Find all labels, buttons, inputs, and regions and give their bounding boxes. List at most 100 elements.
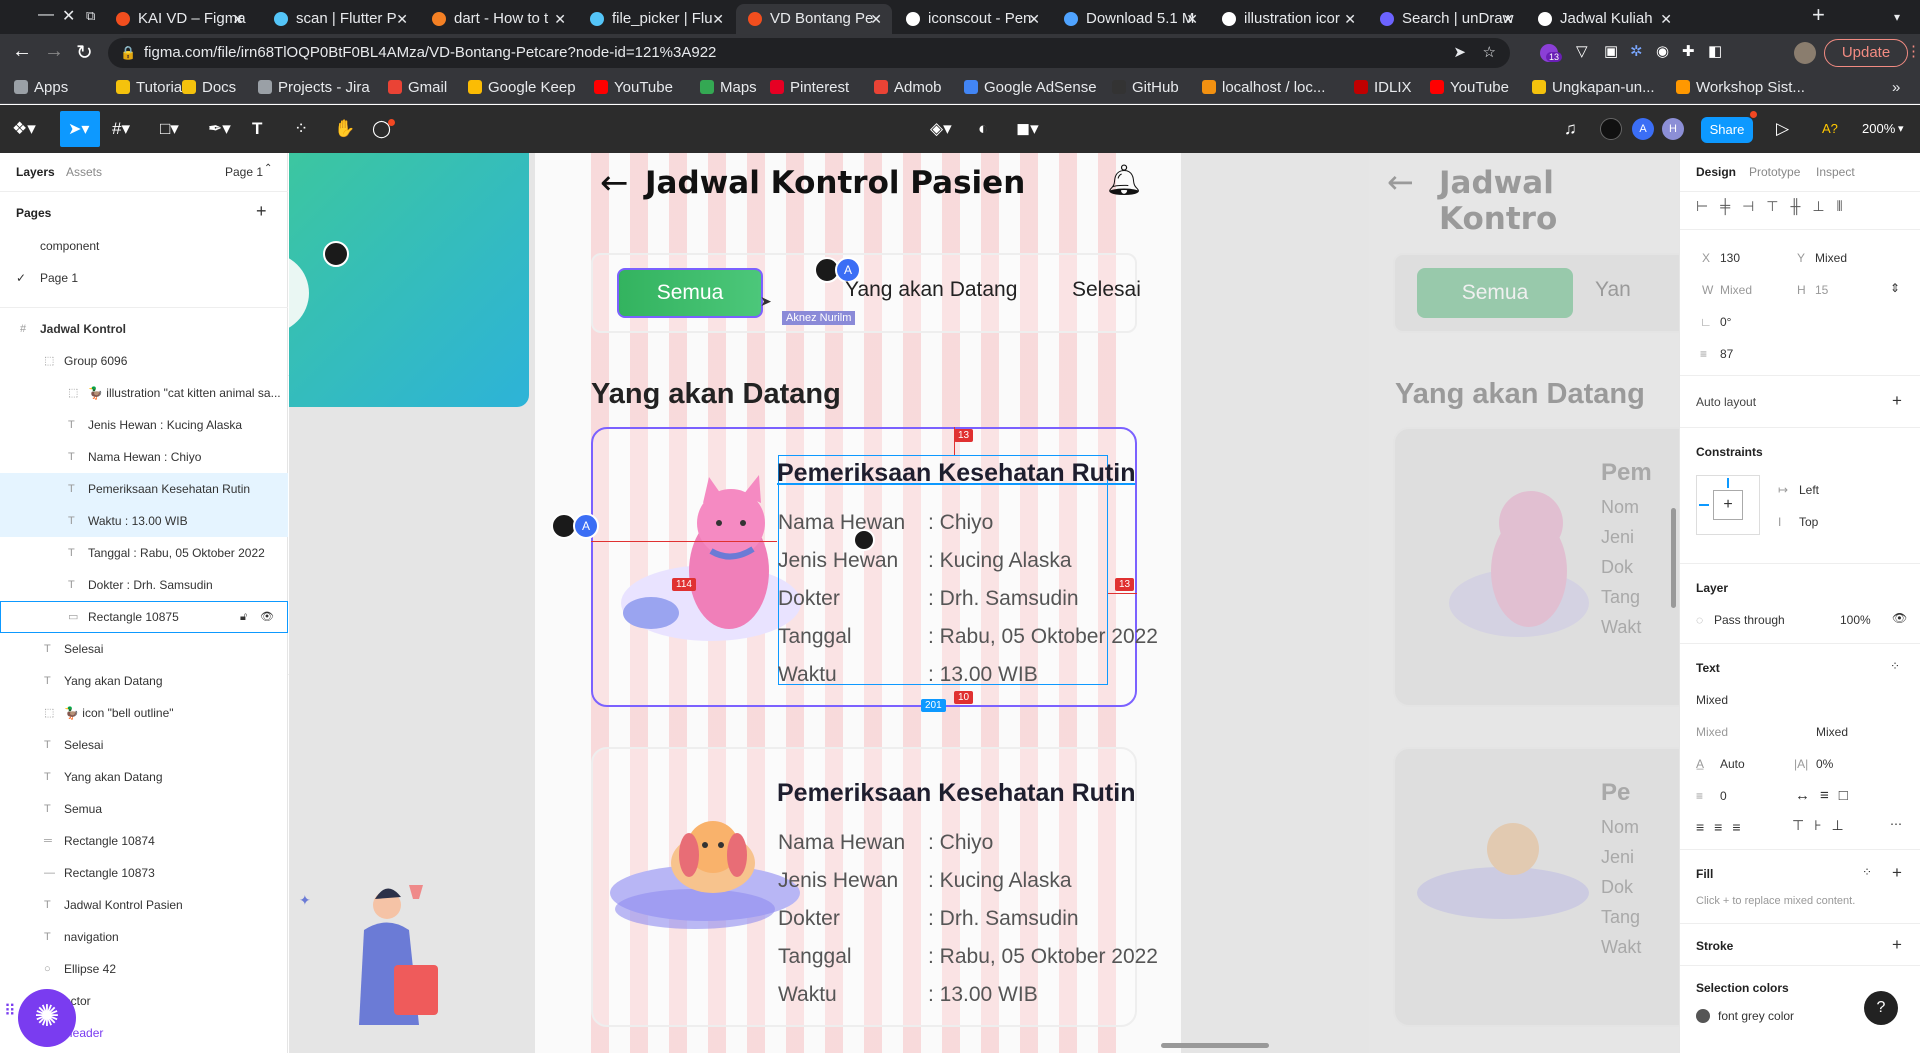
layer-row[interactable]: ○ Ellipse 42 [0,953,288,985]
paragraph-spacing-input[interactable]: 0 [1720,789,1727,803]
update-button[interactable]: Update [1824,39,1908,67]
rotation-input[interactable]: 0° [1720,315,1731,329]
bookmark-item[interactable]: Projects - Jira [258,79,370,96]
font-size-input[interactable]: Mixed [1816,725,1848,739]
add-page-icon[interactable]: + [256,201,267,222]
layer-row[interactable]: Tnavigation [0,921,288,953]
add-stroke-icon[interactable]: + [1892,935,1902,955]
tab-assets[interactable]: Assets [66,165,102,179]
bell-icon[interactable]: 🔔︎ [1105,163,1143,198]
tab-close-icon[interactable]: ✕ [1186,4,1198,34]
component-icon[interactable]: ◈▾ [930,119,952,139]
vpn-icon[interactable]: ▽ [1576,42,1588,60]
minimize-window-icon[interactable]: — [38,6,54,24]
move-tool-button[interactable]: ➤▾ [60,111,100,147]
layer-row[interactable]: T Tanggal : Rabu, 05 Oktober 2022 [0,537,288,569]
color-swatch[interactable] [1696,1009,1710,1023]
header-frame[interactable] [289,153,529,407]
layer-row[interactable]: T Selesai [0,633,288,665]
page-item-page-1[interactable]: Page 1 [40,271,78,285]
bookmark-item[interactable]: Workshop Sist... [1676,79,1805,96]
visibility-eye-icon[interactable]: 👁︎ [1892,611,1907,625]
tab-design[interactable]: Design [1696,165,1736,179]
figma-menu-icon[interactable]: ❖▾ [12,119,36,139]
text-styles-icon[interactable]: ⁘ [1890,659,1900,673]
layer-row[interactable]: T Selesai [0,729,288,761]
drag-handle-icon[interactable]: ⠿ [4,1001,16,1021]
bookmark-item[interactable]: Google Keep [468,79,576,96]
h-input[interactable]: 15 [1815,283,1828,297]
layer-row[interactable]: ⬚ Group 6096 [0,345,288,377]
bookmark-item[interactable]: Pinterest [770,79,849,96]
pen-tool-icon[interactable]: ✒▾ [208,119,231,139]
layer-row[interactable]: T Pemeriksaan Kesehatan Rutin [0,473,288,505]
browser-tab[interactable]: Jadwal Kuliah ✕ [1526,4,1682,34]
page-selector[interactable]: Page 1 [225,165,263,179]
layer-row[interactable]: ▭ Rectangle 10875 🔓︎ 👁︎ [0,601,288,633]
hand-tool-icon[interactable]: ✋ [334,119,355,139]
browser-tab[interactable]: Search | unDraw ✕ [1368,4,1524,34]
more-text-options-icon[interactable]: ⋯ [1890,817,1902,831]
layer-row[interactable]: T Jadwal Kontrol Pasien [0,889,288,921]
constraint-top-select[interactable]: Top [1799,515,1818,529]
letter-spacing-input[interactable]: 0% [1816,757,1833,771]
tab-close-icon[interactable]: ✕ [1660,4,1672,34]
side-panel-icon[interactable]: ◧ [1708,42,1722,60]
zoom-chevron-icon[interactable]: ▾ [1898,122,1904,135]
layer-row[interactable]: ⬚ 🦆 icon "bell outline" [0,697,288,729]
page-item-component[interactable]: component [40,239,99,253]
bookmark-item[interactable]: Maps [700,79,757,96]
new-tab-icon[interactable]: + [1812,2,1825,28]
present-play-icon[interactable]: ▷ [1776,119,1789,139]
tab-close-icon[interactable]: ✕ [1028,4,1040,34]
more-bookmarks-icon[interactable]: » [1892,79,1900,96]
tab-close-icon[interactable]: ✕ [1502,4,1514,34]
layer-row[interactable]: ⬚ 🦆 illustration "cat kitten animal sa... [0,377,288,409]
text-tool-icon[interactable]: T [252,119,262,139]
constraints-widget[interactable]: + [1696,475,1760,535]
layer-row[interactable]: T Dokter : Drh. Samsudin [0,569,288,601]
alignment-icons[interactable]: ⊢╪⊣⊤╫⊥⫴ [1696,198,1855,215]
bookmark-item[interactable]: YouTube [1430,79,1509,96]
horizontal-scrollbar[interactable] [1161,1043,1269,1048]
bookmark-item[interactable]: Admob [874,79,942,96]
bookmark-item[interactable]: IDLIX [1354,79,1412,96]
bookmark-item[interactable]: Gmail [388,79,447,96]
layer-row[interactable]: T Yang akan Datang [0,665,288,697]
close-window-icon[interactable]: ✕ [62,6,75,26]
browser-tab[interactable]: dart - How to t ✕ [420,4,576,34]
ghost-frame[interactable]: ← Jadwal Kontro Semua Yan Yang akan Data… [1369,153,1679,1053]
ext-circle-icon[interactable]: ◉ [1656,42,1669,60]
tab-yang-akan-datang[interactable]: Yang akan Datang [845,278,1017,302]
extensions-puzzle-icon[interactable]: ✚ [1682,42,1695,60]
profile-avatar[interactable] [1794,42,1816,64]
send-tab-icon[interactable]: ➤ [1453,38,1466,68]
bookmark-item[interactable]: Ungkapan-un... [1532,79,1655,96]
page-chevron-icon[interactable]: ⌃ [264,163,272,174]
collaborator-avatar-1[interactable] [1600,118,1622,140]
resources-icon[interactable]: ⁘ [294,119,308,139]
bookmark-item[interactable]: GitHub [1112,79,1179,96]
mask-icon[interactable]: ◐ [978,119,988,139]
browser-tab[interactable]: VD Bontang Pe ✕ [736,4,892,34]
browser-tab[interactable]: Download 5.1 M ✕ [1052,4,1208,34]
line-height-input[interactable]: Auto [1720,757,1745,771]
ext-gear-icon[interactable]: ✲ [1630,42,1643,60]
constrain-proportions-icon[interactable]: ⇕ [1890,281,1900,295]
vertical-align-icons[interactable]: ⊤⊦⊥ [1792,817,1854,834]
forward-icon[interactable]: → [44,40,64,63]
browser-tab[interactable]: file_picker | Flu ✕ [578,4,734,34]
restore-window-icon[interactable]: ⧉ [86,8,95,24]
fill-styles-icon[interactable]: ⁘ [1862,865,1872,879]
address-bar[interactable]: 🔒 figma.com/file/irn68TlOQP0BtF0BL4AMza/… [108,38,1510,68]
audio-headphones-icon[interactable]: ♫ [1564,119,1577,139]
help-button[interactable]: ? [1864,991,1898,1025]
jadwal-kontrol-frame[interactable]: ← Jadwal Kontrol Pasien 🔔︎ Semua ➤ Aknez… [535,153,1181,1053]
layer-row[interactable]: # Jadwal Kontrol [0,313,288,345]
tab-semua[interactable]: Semua [617,268,763,318]
collaborator-avatar-h[interactable]: H [1662,118,1684,140]
eye-icon[interactable]: 👁︎ [260,601,274,633]
lock-icon[interactable]: 🔓︎ [240,601,247,633]
tab-close-icon[interactable]: ✕ [712,4,724,34]
layer-row[interactable]: T Waktu : 13.00 WIB [0,505,288,537]
